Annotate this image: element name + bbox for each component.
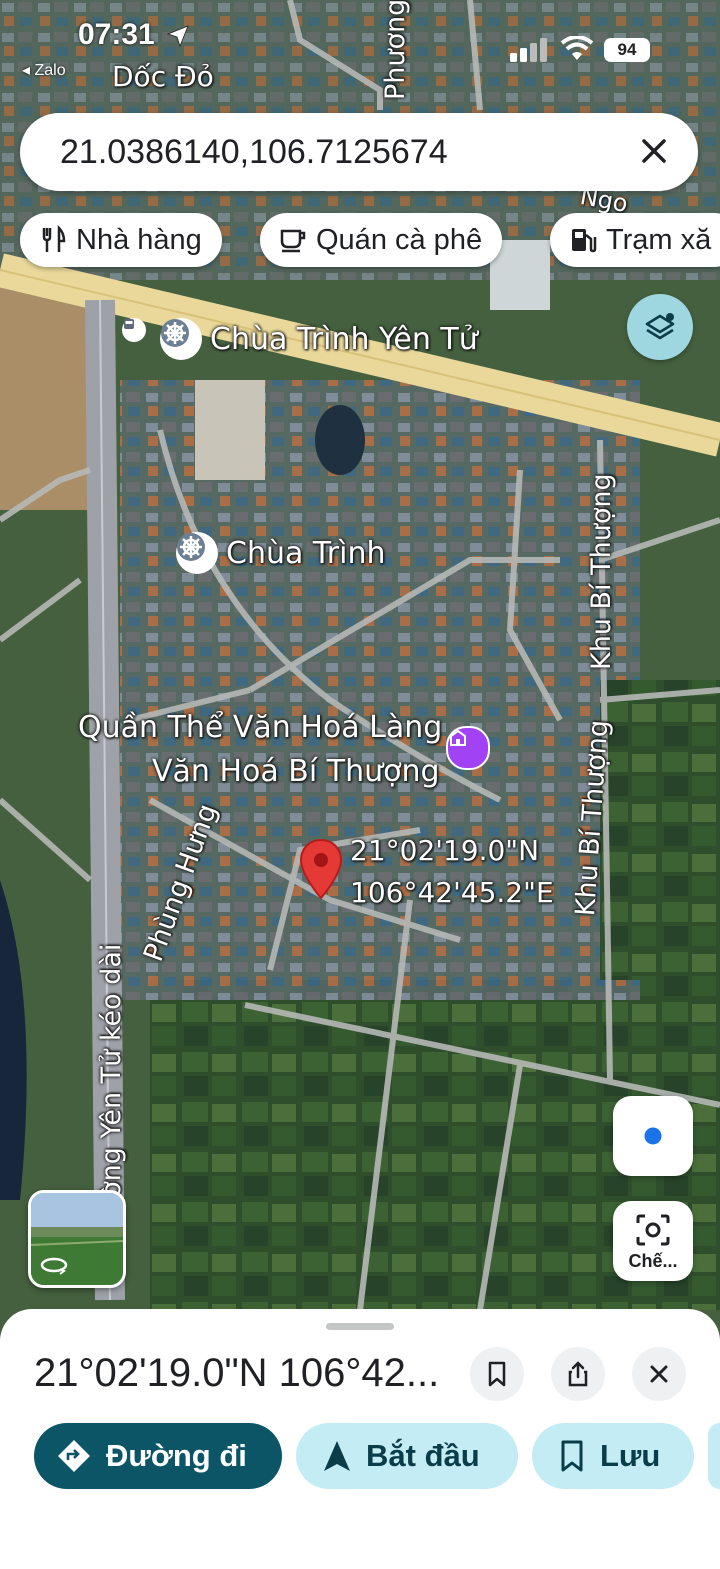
map-label-chua-trinh[interactable]: Chùa Trình [226,536,386,571]
status-bar: 07:31 ◂ Zalo 94 [0,0,720,100]
start-label: Bắt đầu [366,1438,480,1473]
bookmark-icon [488,1361,506,1387]
close-sheet-button[interactable] [632,1347,686,1401]
start-navigation-button[interactable]: Bắt đầu [296,1423,518,1489]
temple-icon[interactable] [176,532,218,574]
gas-station-icon [572,229,597,253]
drag-handle[interactable] [326,1323,394,1330]
map-label-chua-trinh-yen-tu[interactable]: Chùa Trình Yên Tử [210,322,478,357]
dropped-pin-icon[interactable] [298,838,344,900]
search-query-text[interactable]: 21.0386140,106.7125674 [60,133,448,172]
battery-indicator: 94 [604,38,650,62]
place-bottom-sheet[interactable]: 21°02'19.0"N 106°42... Đường đi Bắt đầu … [0,1309,720,1569]
layers-icon [645,313,675,340]
map-layers-button[interactable] [627,294,693,360]
chip-label: Nhà hàng [76,223,202,256]
street-view-thumbnail[interactable] [28,1190,126,1288]
chip-gas-stations[interactable]: Trạm xă [550,213,720,267]
wifi-icon [560,36,594,60]
chip-label: Quán cà phê [316,223,483,256]
pin-longitude-label: 106°42'45.2"E [350,876,554,909]
save-label: Lưu [600,1438,661,1473]
directions-label: Đường đi [106,1438,247,1473]
search-bar[interactable]: 21.0386140,106.7125674 [20,113,698,191]
temple-icon[interactable] [160,318,202,360]
lens-mode-button[interactable]: Chế... [613,1201,693,1281]
fork-knife-icon [42,225,66,252]
place-title: 21°02'19.0"N 106°42... [34,1351,440,1395]
location-arrow-icon [166,25,189,48]
directions-button[interactable]: Đường đi [34,1423,282,1489]
more-actions-peek[interactable] [708,1423,720,1489]
close-icon [650,1365,668,1383]
close-icon [642,139,666,163]
share-button[interactable] [551,1347,605,1401]
map-label-khu-bi-thuong-1: Khu Bí Thượng [586,473,617,670]
cultural-site-icon[interactable] [446,726,490,770]
my-location-button[interactable] [613,1096,693,1176]
rotate-360-icon [40,1257,68,1275]
status-time: 07:31 [78,18,155,51]
lens-mode-label: Chế... [628,1251,678,1271]
chip-label: Trạm xă [606,223,712,256]
map-label-yen-tu-road: ường Yên Tử kéo dài [96,943,127,1215]
coffee-cup-icon [280,229,306,253]
share-icon [568,1361,588,1387]
directions-icon [58,1440,90,1472]
map-label-quan-the-line1[interactable]: Quần Thể Văn Hoá Làng [78,710,442,745]
cellular-signal-icon [510,38,547,62]
camera-lens-icon [636,1214,670,1246]
pin-latitude-label: 21°02'19.0"N [350,834,540,867]
location-dot-icon [641,1124,665,1148]
save-place-button[interactable]: Lưu [532,1423,694,1489]
clear-search-button[interactable] [630,127,678,175]
navigation-arrow-icon [324,1441,350,1471]
bookmark-icon [561,1440,583,1472]
bus-stop-icon[interactable] [122,318,146,342]
back-app-label: Zalo [34,62,66,79]
back-to-app-link[interactable]: ◂ Zalo [22,60,66,80]
save-bookmark-button[interactable] [470,1347,524,1401]
chip-restaurants[interactable]: Nhà hàng [20,213,222,267]
map-label-quan-the-line2[interactable]: Văn Hoá Bí Thượng [152,754,440,789]
chip-cafes[interactable]: Quán cà phê [260,213,503,267]
